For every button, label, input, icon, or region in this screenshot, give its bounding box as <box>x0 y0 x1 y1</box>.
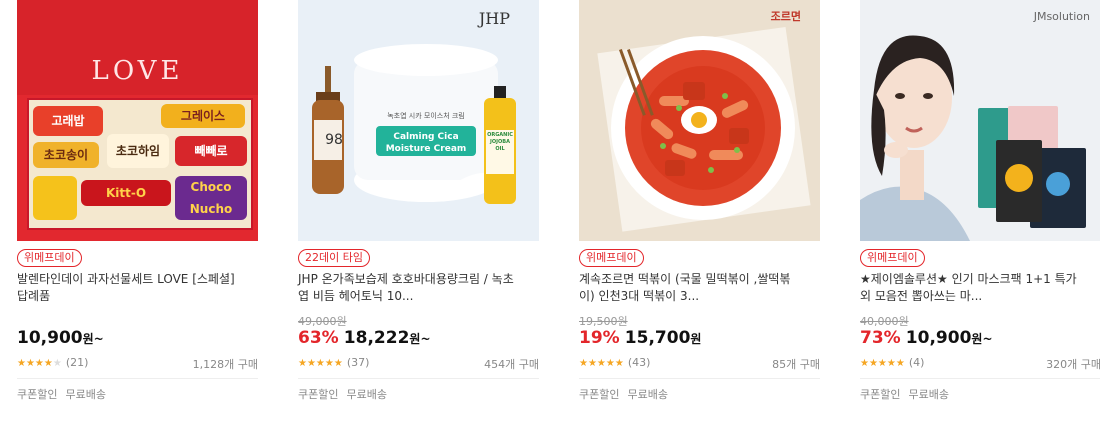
sale-price: 10,900 <box>17 328 83 348</box>
price-unit: 원~ <box>971 332 993 346</box>
title-line: ★제이엠솔루션★ 인기 마스크팩 1+1 특가 <box>860 272 1077 286</box>
discount-rate: 63% <box>298 328 339 348</box>
star-empty-icon: ★ <box>52 358 62 369</box>
benefit-tags: 쿠폰할인 무료배송 <box>860 386 949 402</box>
star-icon: ★★★★ <box>17 358 53 369</box>
product-title[interactable]: 계속조르면 떡볶이 (국물 밀떡볶이 ,쌀떡볶 이) 인천3대 떡볶이 3... <box>579 271 820 305</box>
tag-coupon: 쿠폰할인 <box>860 388 901 401</box>
snack-box: 고래밥 그레이스 초코송이 초코하임 빼빼로 Kitt-O Choco Nuch… <box>27 98 253 230</box>
product-image[interactable]: LOVE 고래밥 그레이스 초코송이 초코하임 빼빼로 Kitt-O Choco… <box>17 0 258 241</box>
original-price: 40,000원 <box>860 315 909 328</box>
purchase-count: 85개 구매 <box>772 358 820 371</box>
price-line: 19% 15,700원 <box>579 328 701 348</box>
price-line: 73% 10,900원~ <box>860 328 993 348</box>
snack-chocoheim: 초코하임 <box>107 134 169 168</box>
cosmetics-illustration: JHP 녹초엽 시카 모이스처 크림 Calming Cica Moisture… <box>312 9 516 204</box>
promo-badge: 위메프데이 <box>579 249 644 267</box>
title-line: 계속조르면 떡볶이 (국물 밀떡볶이 ,쌀떡볶 <box>579 272 791 286</box>
purchase-count: 454개 구매 <box>484 358 539 371</box>
snack-grace: 그레이스 <box>161 104 245 128</box>
product-card[interactable]: JMsolution 위메프데이 ★제이엠솔루션★ 인기 마스크팩 1+1 특가… <box>860 0 1100 421</box>
price-unit: 원 <box>690 332 702 346</box>
product-title[interactable]: 발렌타인데이 과자선물세트 LOVE [스페셜] 답례품 <box>17 271 258 305</box>
divider <box>860 378 1100 379</box>
tteokbokki-illustration: 조르면 <box>579 0 820 241</box>
title-line: 외 모음전 뽑아쓰는 마... <box>860 289 983 303</box>
star-icon: ★★★★★ <box>860 358 905 369</box>
brand-logo: JHP <box>477 9 510 28</box>
product-image[interactable]: JHP 녹초엽 시카 모이스처 크림 Calming Cica Moisture… <box>298 0 539 241</box>
jar-label: Calming Cica <box>393 132 458 142</box>
title-line: 발렌타인데이 과자선물세트 LOVE [스페셜] <box>17 272 235 286</box>
product-card[interactable]: JHP 녹초엽 시카 모이스처 크림 Calming Cica Moisture… <box>298 0 539 421</box>
price-unit: 원~ <box>82 332 104 346</box>
review-count: (21) <box>65 356 89 369</box>
tag-free-shipping: 무료배송 <box>908 388 949 401</box>
tag-free-shipping: 무료배송 <box>627 388 668 401</box>
snack-kitto: Kitt-O <box>81 180 171 206</box>
sale-price: 15,700 <box>624 328 691 348</box>
rating: ★★★★★ (37) <box>298 356 369 369</box>
title-line: 답례품 <box>17 289 51 303</box>
sale-price: 18,222 <box>343 328 410 348</box>
purchase-count: 1,128개 구매 <box>192 358 258 371</box>
rating: ★★★★★ (4) <box>860 356 924 369</box>
benefit-tags: 쿠폰할인 무료배송 <box>17 386 106 402</box>
review-count: (37) <box>346 356 370 369</box>
box-love-text: LOVE <box>91 56 184 86</box>
brand-logo: JMsolution <box>1033 10 1090 23</box>
promo-badge: 22데이 타임 <box>298 249 370 267</box>
promo-badge: 위메프데이 <box>860 249 925 267</box>
price-line: 10,900원~ <box>17 328 104 348</box>
benefit-tags: 쿠폰할인 무료배송 <box>298 386 387 402</box>
tag-free-shipping: 무료배송 <box>65 388 106 401</box>
product-grid: LOVE 고래밥 그레이스 초코송이 초코하임 빼빼로 Kitt-O Choco… <box>0 0 1100 421</box>
brand-logo: 조르면 <box>771 9 801 23</box>
snack-choconucho: Choco Nucho <box>175 176 247 220</box>
jar-label-2: Moisture Cream <box>386 144 467 154</box>
snack-chocosongi: 초코송이 <box>33 142 99 168</box>
title-line: JHP 온가족보습제 호호바대용량크림 / 녹초 <box>298 272 514 286</box>
tag-coupon: 쿠폰할인 <box>579 388 620 401</box>
divider <box>298 378 539 379</box>
tag-coupon: 쿠폰할인 <box>298 388 339 401</box>
rating: ★★★★★ (43) <box>579 356 650 369</box>
title-line: 엽 비듬 헤어토닉 10... <box>298 289 414 303</box>
jar-small-label: 녹초엽 시카 모이스처 크림 <box>387 111 465 120</box>
benefit-tags: 쿠폰할인 무료배송 <box>579 386 668 402</box>
mask-pack-illustration: JMsolution <box>860 0 1100 241</box>
title-line: 이) 인천3대 떡볶이 3... <box>579 289 700 303</box>
product-image[interactable]: JMsolution <box>860 0 1100 241</box>
tag-free-shipping: 무료배송 <box>346 388 387 401</box>
promo-badge: 위메프데이 <box>17 249 82 267</box>
product-image[interactable]: 조르면 <box>579 0 820 241</box>
product-title[interactable]: ★제이엠솔루션★ 인기 마스크팩 1+1 특가 외 모음전 뽑아쓰는 마... <box>860 271 1100 305</box>
product-card[interactable]: 조르면 위메프데이 계속조르면 떡볶이 (국물 밀떡볶이 ,쌀떡볶 이) 인천3… <box>579 0 820 421</box>
purchase-count: 320개 구매 <box>1046 358 1100 371</box>
review-count: (4) <box>908 356 925 369</box>
price-line: 63% 18,222원~ <box>298 328 431 348</box>
divider <box>17 378 258 379</box>
product-title[interactable]: JHP 온가족보습제 호호바대용량크림 / 녹초 엽 비듬 헤어토닉 10... <box>298 271 539 305</box>
star-icon: ★★★★★ <box>298 358 343 369</box>
snack-yellow-pack <box>33 176 77 220</box>
oil-label: ORGANIC JOJOBA OIL <box>487 132 513 152</box>
original-price: 19,500원 <box>579 315 628 328</box>
snack-goraebap: 고래밥 <box>33 106 103 136</box>
original-price: 49,000원 <box>298 315 347 328</box>
price-unit: 원~ <box>409 332 431 346</box>
divider <box>579 378 820 379</box>
snack-pepero: 빼빼로 <box>175 136 247 166</box>
sale-price: 10,900 <box>905 328 972 348</box>
discount-rate: 73% <box>860 328 901 348</box>
product-card[interactable]: LOVE 고래밥 그레이스 초코송이 초코하임 빼빼로 Kitt-O Choco… <box>17 0 258 421</box>
tag-coupon: 쿠폰할인 <box>17 388 58 401</box>
discount-rate: 19% <box>579 328 620 348</box>
bottle-number: 98 <box>325 132 343 148</box>
rating: ★★★★★ (21) <box>17 356 88 369</box>
review-count: (43) <box>627 356 651 369</box>
star-icon: ★★★★★ <box>579 358 624 369</box>
